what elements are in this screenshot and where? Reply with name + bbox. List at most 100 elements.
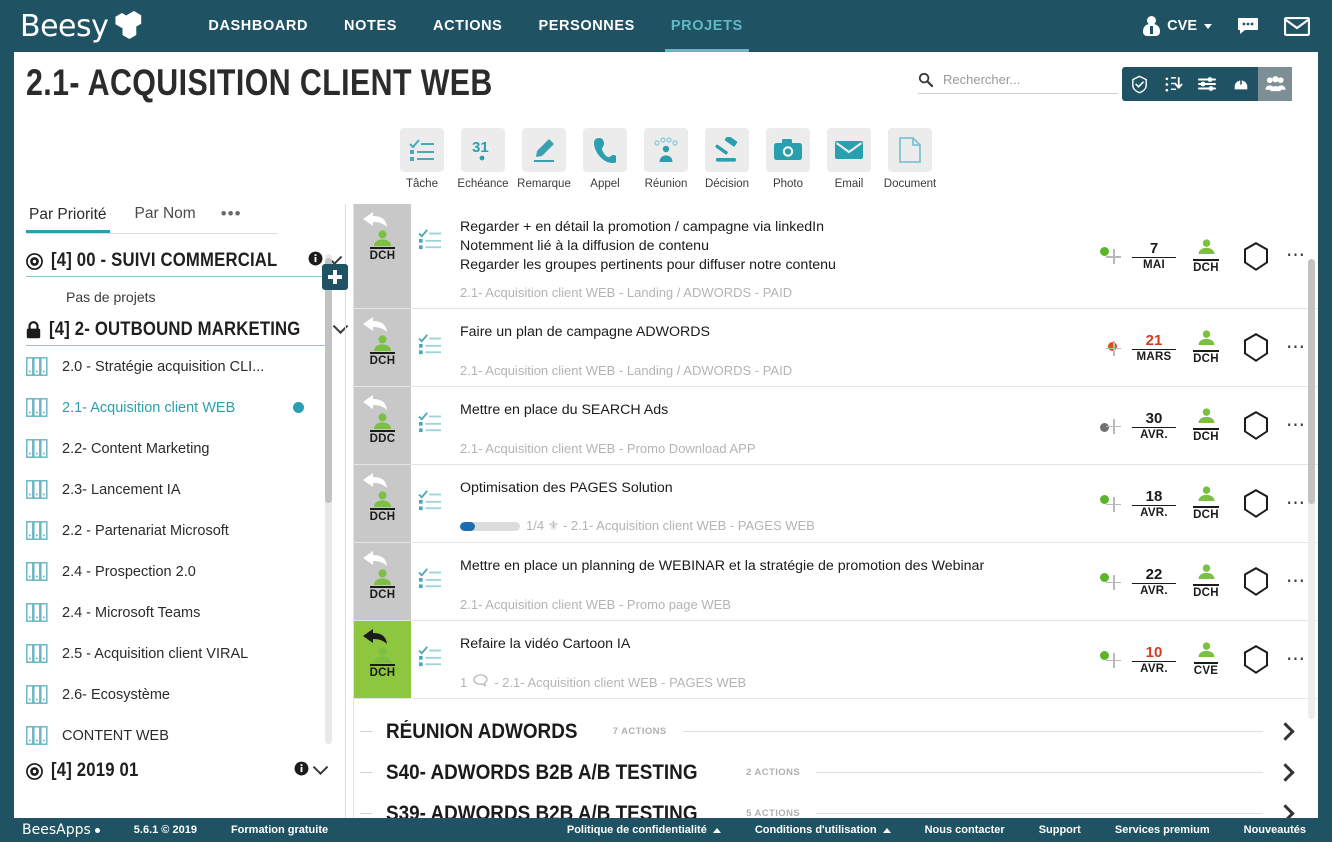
priority-indicator[interactable] xyxy=(1098,244,1132,268)
footer-link-news[interactable]: Nouveautés xyxy=(1244,824,1306,836)
nav-link-personnes[interactable]: PERSONNES xyxy=(520,0,652,52)
sidebar-more-icon[interactable]: ••• xyxy=(221,204,242,224)
create-appel-button[interactable]: Appel xyxy=(582,128,629,190)
priority-indicator[interactable] xyxy=(1098,648,1132,672)
row-owner[interactable]: DCH xyxy=(1184,330,1228,365)
footer-link-premium[interactable]: Services premium xyxy=(1115,824,1210,836)
chevron-right-icon[interactable] xyxy=(1276,763,1295,782)
search-box[interactable] xyxy=(918,72,1118,94)
due-date[interactable]: 22 AVR. xyxy=(1132,566,1176,597)
create-reunion-button[interactable]: Réunion xyxy=(643,128,690,190)
group-header[interactable]: [4] 2- OUTBOUND MARKETING xyxy=(26,317,349,346)
accordion-reunion-adwords[interactable]: RÉUNION ADWORDS 7 ACTIONS xyxy=(354,711,1318,752)
status-hexagon-icon[interactable] xyxy=(1240,567,1272,596)
group-header[interactable]: [4] 00 - SUIVI COMMERCIAL xyxy=(26,248,343,277)
tab-par-nom[interactable]: Par Nom xyxy=(132,205,199,229)
create-document-button[interactable]: Document xyxy=(884,128,936,190)
table-row[interactable]: DCH Mettre en place un planning de WEBIN… xyxy=(354,543,1318,621)
priority-indicator[interactable] xyxy=(1098,414,1132,438)
sidebar-project-item[interactable]: 2.3- Lancement IA xyxy=(26,469,326,510)
sidebar-scrollbar[interactable] xyxy=(325,254,332,744)
footer-link-terms[interactable]: Conditions d'utilisation xyxy=(755,824,891,836)
priority-indicator[interactable] xyxy=(1098,492,1132,516)
sidebar-project-item[interactable]: 2.4 - Prospection 2.0 xyxy=(26,551,326,592)
chat-bubble-icon[interactable] xyxy=(1236,16,1260,36)
tab-par-priorite[interactable]: Par Priorité xyxy=(26,206,110,233)
group-header[interactable]: [4] 2019 01 xyxy=(26,758,329,786)
brand-logo[interactable]: Beesy xyxy=(20,9,152,44)
row-owner[interactable]: DCH xyxy=(1184,564,1228,599)
due-date[interactable]: 7 MAI xyxy=(1132,241,1176,271)
create-photo-button[interactable]: Photo xyxy=(765,128,812,190)
create-remarque-button[interactable]: Remarque xyxy=(517,128,571,190)
sidebar-project-item[interactable]: 2.2- Content Marketing xyxy=(26,428,326,469)
reply-arrow-icon[interactable] xyxy=(362,211,388,232)
nav-link-actions[interactable]: ACTIONS xyxy=(415,0,520,52)
due-date[interactable]: 30 AVR. xyxy=(1132,410,1176,441)
row-more-menu[interactable]: ⋯ xyxy=(1286,338,1306,357)
priority-indicator[interactable] xyxy=(1098,570,1132,594)
row-owner[interactable]: DCH xyxy=(1184,238,1228,274)
row-owner[interactable]: DCH xyxy=(1184,408,1228,443)
row-more-menu[interactable]: ⋯ xyxy=(1286,416,1306,435)
priority-indicator[interactable] xyxy=(1098,336,1132,360)
sidebar-project-item[interactable]: 2.0 - Stratégie acquisition CLI... xyxy=(26,346,326,387)
nav-link-dashboard[interactable]: DASHBOARD xyxy=(190,0,326,52)
envelope-icon[interactable] xyxy=(1284,16,1310,36)
due-date[interactable]: 10 AVR. xyxy=(1132,644,1176,675)
row-owner[interactable]: CVE xyxy=(1184,642,1228,677)
sidebar-project-item[interactable]: CONTENT WEB xyxy=(26,715,326,756)
row-more-menu[interactable]: ⋯ xyxy=(1286,572,1306,591)
status-hexagon-icon[interactable] xyxy=(1240,645,1272,674)
status-hexagon-icon[interactable] xyxy=(1240,489,1272,518)
info-icon[interactable] xyxy=(294,761,309,781)
table-row[interactable]: DDC Mettre en place du SEARCH Ads 2.1- A… xyxy=(354,387,1318,465)
people-group-icon[interactable] xyxy=(1258,67,1292,101)
sort-import-icon[interactable] xyxy=(1156,67,1190,101)
reply-arrow-icon[interactable] xyxy=(362,316,388,337)
create-echeance-button[interactable]: 31 Echéance xyxy=(457,128,509,190)
row-more-menu[interactable]: ⋯ xyxy=(1286,650,1306,669)
footer-link-contact[interactable]: Nous contacter xyxy=(925,824,1005,836)
status-hexagon-icon[interactable] xyxy=(1240,411,1272,440)
type-label: Réunion xyxy=(644,178,688,190)
validation-icon[interactable] xyxy=(1122,67,1156,101)
nav-link-projets[interactable]: PROJETS xyxy=(653,0,761,52)
accordion-s40-adwords[interactable]: S40- ADWORDS B2B A/B TESTING 2 ACTIONS xyxy=(354,752,1318,793)
table-row[interactable]: DCH Faire un plan de campagne ADWORDS 2.… xyxy=(354,309,1318,387)
reply-arrow-icon[interactable] xyxy=(362,628,388,649)
status-hexagon-icon[interactable] xyxy=(1240,333,1272,362)
add-project-button[interactable] xyxy=(322,264,348,290)
sidebar-project-item[interactable]: 2.4 - Microsoft Teams xyxy=(26,592,326,633)
nav-link-notes[interactable]: NOTES xyxy=(326,0,415,52)
sidebar-project-item[interactable]: 2.5 - Acquisition client VIRAL xyxy=(26,633,326,674)
reply-arrow-icon[interactable] xyxy=(362,394,388,415)
row-owner[interactable]: DCH xyxy=(1184,486,1228,521)
status-hexagon-icon[interactable] xyxy=(1240,241,1272,271)
footer-training-link[interactable]: Formation gratuite xyxy=(231,824,328,836)
reply-arrow-icon[interactable] xyxy=(362,550,388,571)
table-row[interactable]: DCH Optimisation des PAGES Solution 1/4 … xyxy=(354,465,1318,543)
footer-link-privacy[interactable]: Politique de confidentialité xyxy=(567,824,721,836)
chevron-right-icon[interactable] xyxy=(1276,722,1295,741)
footer-link-support[interactable]: Support xyxy=(1039,824,1081,836)
search-input[interactable] xyxy=(943,72,1118,87)
table-row[interactable]: DCH Regarder + en détail la promotion / … xyxy=(354,204,1318,309)
create-decision-button[interactable]: Décision xyxy=(704,128,751,190)
export-upload-icon[interactable] xyxy=(1224,67,1258,101)
due-date[interactable]: 18 AVR. xyxy=(1132,488,1176,519)
user-menu[interactable]: CVE xyxy=(1143,16,1212,36)
create-email-button[interactable]: Email xyxy=(826,128,873,190)
sidebar-project-item[interactable]: 2.2 - Partenariat Microsoft xyxy=(26,510,326,551)
chevron-down-icon[interactable] xyxy=(312,758,329,775)
sidebar-project-item[interactable]: 2.6- Ecosystème xyxy=(26,674,326,715)
filter-sliders-icon[interactable] xyxy=(1190,67,1224,101)
row-more-menu[interactable]: ⋯ xyxy=(1286,246,1306,265)
create-tache-button[interactable]: Tâche xyxy=(399,128,446,190)
table-row[interactable]: DCH Refaire la vidéo Cartoon IA 1 - 2.1-… xyxy=(354,621,1318,699)
list-scrollbar[interactable] xyxy=(1308,259,1315,719)
row-more-menu[interactable]: ⋯ xyxy=(1286,494,1306,513)
due-date[interactable]: 21 MARS xyxy=(1132,332,1176,363)
sidebar-project-item-selected[interactable]: 2.1- Acquisition client WEB xyxy=(26,387,326,428)
reply-arrow-icon[interactable] xyxy=(362,472,388,493)
